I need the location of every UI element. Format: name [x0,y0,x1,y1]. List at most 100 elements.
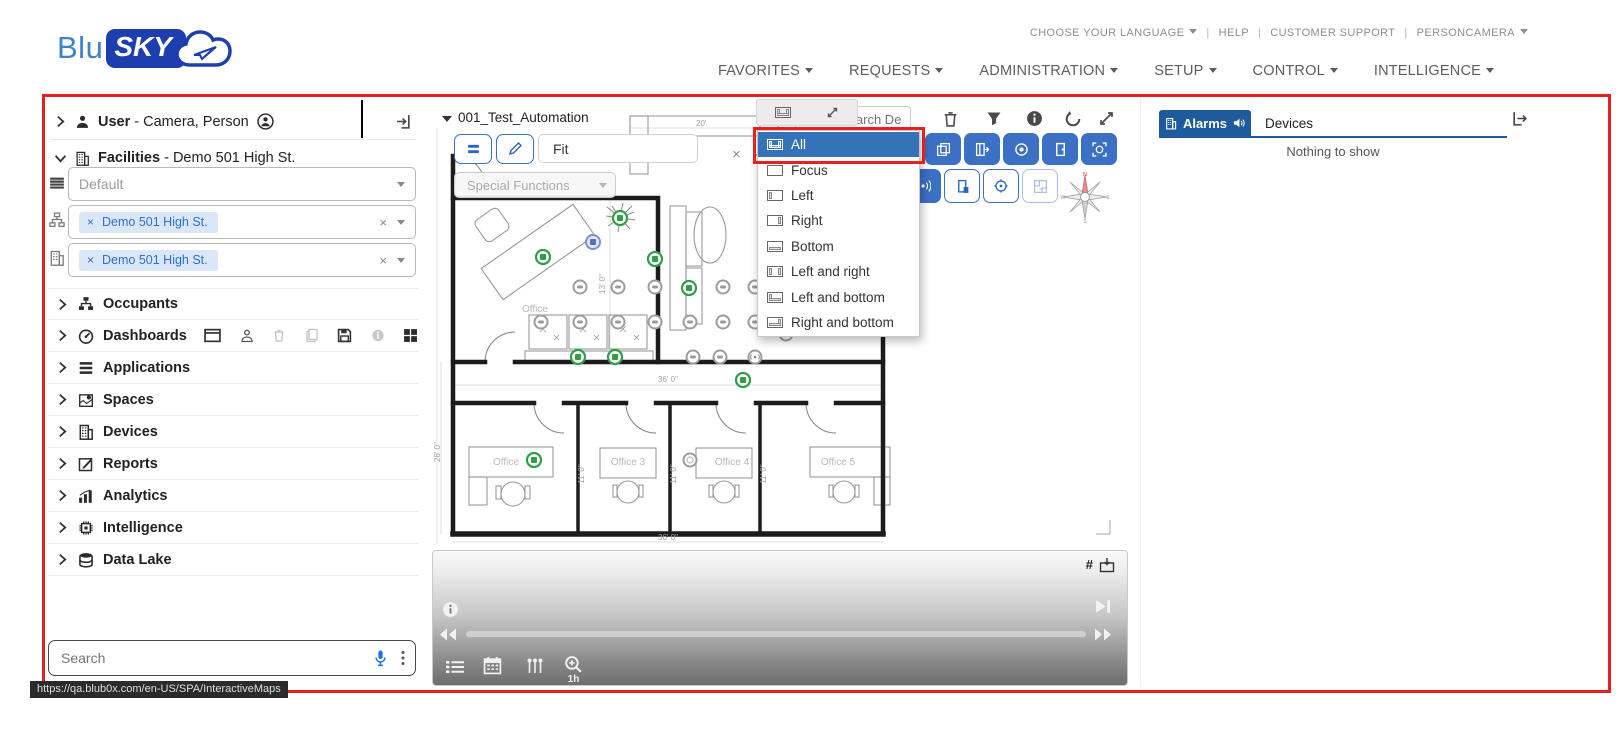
special-functions-select[interactable]: Special Functions [454,172,616,198]
layout-option-focus[interactable]: Focus [758,157,919,182]
svg-text:N: N [1083,172,1087,178]
export-events-icon[interactable] [1099,557,1115,573]
dashboards-toolbar [204,328,418,343]
timeline-info-icon[interactable] [442,601,459,618]
sidebar-item-spaces[interactable]: Spaces [48,384,418,416]
delete-map-icon[interactable] [942,110,959,128]
region-select[interactable]: × Demo 501 High St. × [68,205,416,239]
sidebar-item-intelligence[interactable]: Intelligence [48,512,418,544]
rewind-icon[interactable] [438,627,458,642]
clear-select-icon[interactable]: × [379,253,387,268]
edit-icon [78,456,94,472]
panel-slide-button[interactable] [964,133,1000,165]
view-select[interactable]: Default [68,167,416,201]
layout-option-left-right[interactable]: Left and right [758,259,919,284]
collapse-panel-icon[interactable] [395,113,412,130]
new-window-icon[interactable] [204,328,221,343]
device-rotate-button[interactable] [944,169,980,203]
compass-target-button[interactable] [983,169,1019,203]
expand-diagonal-icon[interactable] [826,106,839,119]
filter-icon[interactable] [986,110,1002,127]
grid-icon[interactable] [403,328,418,343]
room-label: Office [522,304,548,315]
refresh-icon[interactable] [1064,110,1082,128]
collapse-map-icon[interactable] [442,116,452,122]
layout-option-right-bottom[interactable]: Right and bottom [758,310,919,335]
chip-remove-icon[interactable]: × [87,215,94,229]
layout-option-all[interactable]: All [758,132,919,157]
collapse-right-panel-icon[interactable] [1511,110,1528,127]
doors-button[interactable] [1042,133,1078,165]
utility-link-account[interactable]: PERSONCAMERA [1417,27,1528,39]
sidebar-item-applications[interactable]: Applications [48,352,418,384]
floorplan-layers-button[interactable] [1022,169,1058,203]
building-icon [75,151,90,166]
fast-forward-icon[interactable] [1093,627,1113,642]
close-icon[interactable]: × [732,146,741,163]
layout-option-left-bottom[interactable]: Left and bottom [758,284,919,309]
sidebar-search-box [48,640,416,676]
chevron-right-icon [56,457,69,470]
blusky-logo[interactable]: Blu SKY [57,24,238,72]
delete-icon[interactable] [272,328,286,343]
fullscreen-icon[interactable] [1098,110,1115,127]
nav-control[interactable]: CONTROL [1253,63,1338,79]
chevron-right-icon [56,329,69,342]
layout-option-left[interactable]: Left [758,183,919,208]
microphone-icon[interactable] [374,650,387,667]
facility-select[interactable]: × Demo 501 High St. × [68,243,416,277]
info-icon[interactable] [1026,110,1043,127]
info-icon[interactable] [371,328,385,343]
sidebar-item-data-lake[interactable]: Data Lake [48,544,418,576]
copy-icon[interactable] [305,328,319,343]
face-detection-button[interactable] [1081,133,1117,165]
timeline-zoom-icon[interactable]: 1h [564,655,583,685]
sidebar-item-devices[interactable]: Devices [48,416,418,448]
building-icon [78,424,94,440]
camera-view-button[interactable] [1003,133,1039,165]
fit-select[interactable]: Fit [538,134,698,163]
edit-map-button[interactable] [496,134,534,164]
hash-label[interactable]: # [1086,557,1093,572]
cards-view-button[interactable] [925,133,961,165]
skip-to-end-icon[interactable] [1095,599,1112,614]
tab-alarms[interactable]: Alarms [1159,110,1251,136]
sidebar-item-occupants[interactable]: Occupants [48,288,418,320]
legend-button[interactable] [454,134,492,164]
search-input[interactable] [59,649,374,667]
calendar-icon[interactable] [483,656,502,675]
nav-requests[interactable]: REQUESTS [849,63,943,79]
kebab-menu-icon[interactable] [401,650,405,666]
layout-option-right[interactable]: Right [758,208,919,233]
sidebar-item-reports[interactable]: Reports [48,448,418,480]
caret-down-icon [1110,68,1118,73]
timeline-track[interactable] [466,631,1086,637]
layout-icon[interactable] [775,107,791,118]
nav-setup[interactable]: SETUP [1154,63,1216,79]
event-filter-icon[interactable] [526,658,544,674]
tab-devices[interactable]: Devices [1253,110,1325,136]
nav-intelligence[interactable]: INTELLIGENCE [1374,63,1494,79]
facility-chip[interactable]: × Demo 501 High St. [79,250,218,271]
utility-link-customer-support[interactable]: CUSTOMER SUPPORT [1270,27,1395,39]
user-section-label: User [98,114,130,130]
utility-link-language[interactable]: CHOOSE YOUR LANGUAGE [1030,27,1198,39]
region-chip[interactable]: × Demo 501 High St. [79,212,218,233]
dim-label: 13' 0" [598,274,607,294]
device-dot-blue[interactable] [586,235,600,249]
chevron-right-icon [56,489,69,502]
separator: | [1206,27,1209,39]
nav-administration[interactable]: ADMINISTRATION [979,63,1118,79]
utility-link-help[interactable]: HELP [1219,27,1249,39]
layout-option-bottom[interactable]: Bottom [758,234,919,259]
nav-favorites[interactable]: FAVORITES [718,63,813,79]
event-list-icon[interactable] [445,659,465,675]
user-dashboard-icon[interactable] [240,328,254,343]
utility-links: CHOOSE YOUR LANGUAGE | HELP | CUSTOMER S… [1030,27,1528,39]
facilities-section-detail: - Demo 501 High St. [164,150,295,166]
clear-select-icon[interactable]: × [379,215,387,230]
save-icon[interactable] [337,328,352,343]
sidebar-item-analytics[interactable]: Analytics [48,480,418,512]
equals-icon [466,143,481,155]
chip-remove-icon[interactable]: × [87,253,94,267]
